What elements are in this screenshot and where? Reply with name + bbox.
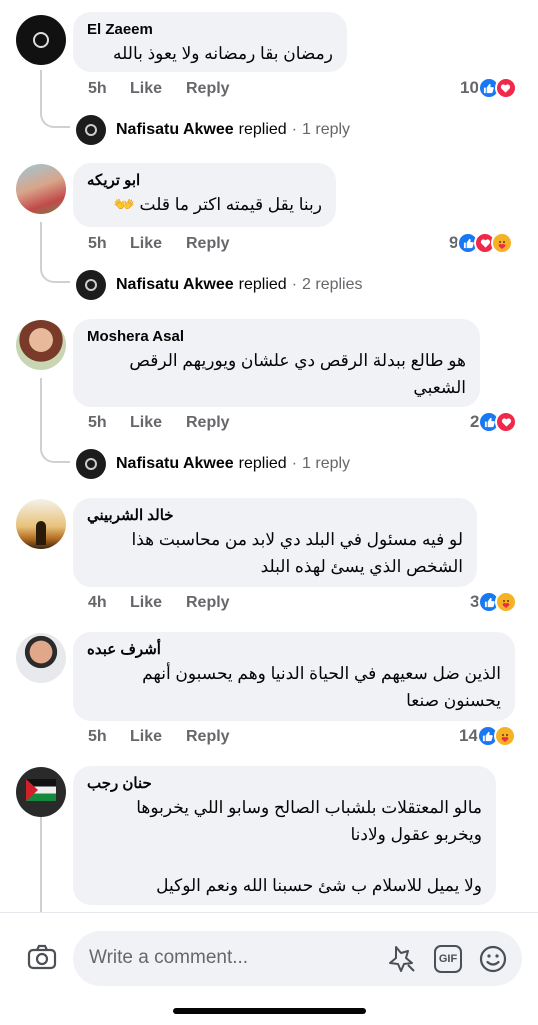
care-reaction-icon — [491, 232, 514, 254]
replier-name: Nafisatu Akwee — [116, 121, 234, 138]
comment-actions: 5h Like Reply — [88, 728, 230, 746]
silhouette-icon — [36, 521, 46, 545]
comment-text-line-2: ويخربو عقول ولادنا — [350, 825, 482, 844]
commenter-avatar[interactable] — [16, 15, 66, 65]
reply-button[interactable]: Reply — [186, 594, 230, 612]
comment-bubble[interactable]: El Zaeem رمضان بقا رمضانه ولا يعوذ بالله — [73, 12, 347, 72]
reaction-summary[interactable]: 3 — [470, 591, 518, 613]
reply-count: 1 reply — [302, 121, 351, 138]
replier-avatar — [76, 449, 106, 479]
comment-actions: 5h Like Reply — [88, 414, 230, 432]
gif-label: GIF — [438, 953, 458, 965]
love-reaction-icon — [494, 77, 517, 99]
comment-actions: 4h Like Reply — [88, 594, 230, 612]
commenter-avatar[interactable] — [16, 767, 66, 817]
comment-text: ربنا يقل قيمته اكتر ما قلت 👐 — [113, 195, 322, 214]
thread-connector — [40, 222, 70, 283]
comment-text-line-1: مالو المعتقلات بلشباب الصالح وسابو اللي … — [136, 798, 482, 817]
comment-time[interactable]: 5h — [88, 728, 130, 746]
comment-bubble[interactable]: Moshera Asal هو طالع ببدلة الرقص دي علشا… — [73, 319, 480, 407]
comment-bubble[interactable]: ابو تريكه ربنا يقل قيمته اكتر ما قلت 👐 — [73, 163, 336, 227]
commenter-avatar[interactable] — [16, 633, 66, 683]
camera-icon[interactable] — [26, 941, 58, 973]
reply-button[interactable]: Reply — [186, 80, 230, 98]
comment-author[interactable]: El Zaeem — [87, 20, 333, 40]
care-reaction-icon — [495, 591, 518, 613]
comment-text-blank-line — [87, 848, 482, 872]
comment-author[interactable]: خالد الشربيني — [87, 506, 463, 526]
reply-button[interactable]: Reply — [186, 728, 230, 746]
comment-bubble[interactable]: أشرف عبده الذين ضل سعيهم في الحياة الدني… — [73, 632, 515, 721]
commenter-avatar[interactable] — [16, 499, 66, 549]
comment-bubble[interactable]: حنان رجب مالو المعتقلات بلشباب الصالح وس… — [73, 766, 496, 905]
comment-bubble[interactable]: خالد الشربيني لو فيه مسئول في البلد دي ل… — [73, 498, 477, 587]
replied-label: replied — [238, 455, 287, 472]
comment-time[interactable]: 5h — [88, 80, 130, 98]
reaction-summary[interactable]: 9 — [449, 232, 514, 254]
comment-author[interactable]: ابو تريكه — [87, 171, 322, 191]
comment-actions: 5h Like Reply — [88, 80, 230, 98]
like-button[interactable]: Like — [130, 728, 186, 746]
view-replies-link[interactable]: Nafisatu Akwee replied · 2 replies — [76, 270, 363, 300]
reaction-summary[interactable]: 14 — [459, 725, 516, 747]
like-button[interactable]: Like — [130, 235, 186, 253]
avatar-sticker-icon[interactable] — [386, 943, 418, 975]
commenter-avatar[interactable] — [16, 320, 66, 370]
comment-text-line-1: الذين ضل سعيهم في الحياة الدنيا وهم يحسب… — [142, 664, 501, 683]
comment-text-line-2: الشعبي — [413, 378, 466, 397]
replier-name: Nafisatu Akwee — [116, 276, 234, 293]
comment-time[interactable]: 5h — [88, 235, 130, 253]
reaction-summary[interactable]: 2 — [470, 411, 518, 433]
separator-dot: · — [291, 455, 298, 472]
comment-author[interactable]: Moshera Asal — [87, 327, 466, 347]
comment-time[interactable]: 5h — [88, 414, 130, 432]
comment-text-line-2: الشخص الذي يسئ لهذه البلد — [260, 557, 463, 576]
comment-text-line-2: يحسنون صنعا — [406, 691, 501, 710]
separator-dot: · — [291, 276, 298, 293]
comment-text-line-1: لو فيه مسئول في البلد دي لابد من محاسبت … — [131, 530, 463, 549]
replier-avatar — [76, 115, 106, 145]
commenter-avatar[interactable] — [16, 164, 66, 214]
reaction-count: 10 — [460, 78, 479, 97]
comment-text-line-1: هو طالع ببدلة الرقص دي علشان ويوريهم الر… — [129, 351, 466, 370]
comment-text: رمضان بقا رمضانه ولا يعوذ بالله — [113, 44, 333, 63]
separator-dot: · — [291, 121, 298, 138]
comment-author[interactable]: حنان رجب — [87, 774, 482, 794]
reply-count: 1 reply — [302, 455, 351, 472]
comment-text-line-4: ولا يميل للاسلام ب شئ حسبنا الله ونعم ال… — [156, 876, 482, 895]
profile-emblem-icon — [33, 32, 49, 48]
reply-button[interactable]: Reply — [186, 235, 230, 253]
comment-author[interactable]: أشرف عبده — [87, 640, 501, 660]
reaction-count: 14 — [459, 726, 478, 745]
like-button[interactable]: Like — [130, 80, 186, 98]
thread-connector — [40, 378, 70, 463]
reply-count: 2 replies — [302, 276, 363, 293]
replied-label: replied — [238, 121, 287, 138]
thread-connector — [40, 70, 70, 128]
replier-name: Nafisatu Akwee — [116, 455, 234, 472]
view-replies-link[interactable]: Nafisatu Akwee replied · 1 reply — [76, 115, 350, 145]
home-indicator[interactable] — [173, 1008, 366, 1014]
comment-input-placeholder: Write a comment... — [89, 947, 249, 968]
thread-connector — [40, 817, 42, 912]
like-button[interactable]: Like — [130, 594, 186, 612]
comment-time[interactable]: 4h — [88, 594, 130, 612]
gif-icon[interactable]: GIF — [434, 945, 462, 973]
comment-input[interactable]: Write a comment... GIF — [73, 931, 522, 986]
love-reaction-icon — [495, 411, 518, 433]
replied-label: replied — [238, 276, 287, 293]
replier-avatar — [76, 270, 106, 300]
reply-button[interactable]: Reply — [186, 414, 230, 432]
reaction-summary[interactable]: 10 — [460, 77, 517, 99]
like-button[interactable]: Like — [130, 414, 186, 432]
comment-actions: 5h Like Reply — [88, 235, 230, 253]
view-replies-link[interactable]: Nafisatu Akwee replied · 1 reply — [76, 449, 350, 479]
care-reaction-icon — [493, 725, 516, 747]
emoji-icon[interactable] — [477, 943, 509, 975]
